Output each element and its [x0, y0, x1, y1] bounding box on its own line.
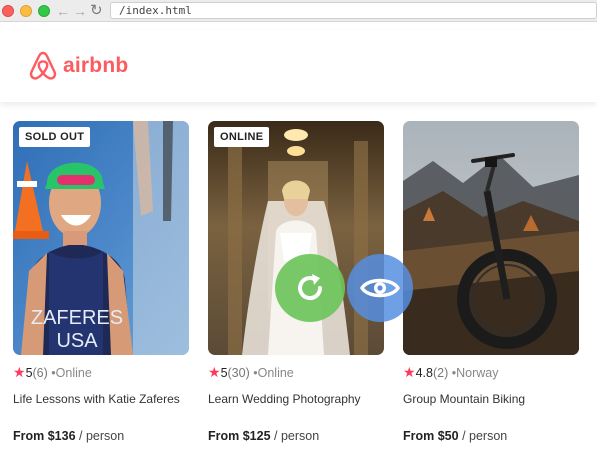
airbnb-belo-icon: [29, 51, 57, 80]
review-count: (2): [432, 366, 449, 380]
experience-title[interactable]: Learn Wedding Photography: [208, 392, 384, 422]
rating-row: ★5(6) •Online: [13, 364, 189, 380]
bib-text-name: ZAFERES: [31, 307, 123, 329]
experience-card[interactable]: ZAFERES USA SOLD OUT ★5(6) •Online Life …: [13, 121, 189, 443]
mountain-bike-photo: [403, 121, 579, 355]
price-amount: From $50: [403, 429, 459, 443]
experience-title[interactable]: Life Lessons with Katie Zaferes: [13, 392, 189, 422]
price-amount: From $125: [208, 429, 271, 443]
star-icon: ★: [13, 364, 26, 380]
price-line: From $50 / person: [403, 429, 507, 443]
refresh-button[interactable]: [275, 254, 345, 322]
bride-photo: [208, 121, 384, 355]
athlete-photo: ZAFERES USA: [13, 121, 189, 355]
location-label: •Online: [51, 366, 92, 380]
rating-value: 4.8: [415, 366, 433, 380]
rating-value: 5: [25, 366, 33, 380]
minimize-window-button[interactable]: [20, 5, 32, 17]
browser-toolbar: ← → ↻ /index.html: [0, 0, 597, 22]
price-line: From $136 / person: [13, 429, 124, 443]
price-amount: From $136: [13, 429, 76, 443]
location-label: •Online: [253, 366, 294, 380]
price-unit: / person: [79, 429, 125, 443]
review-count: (30): [227, 366, 250, 380]
price-unit: / person: [462, 429, 508, 443]
rating-row: ★4.8(2) •Norway: [403, 364, 579, 380]
site-header: airbnb: [0, 30, 597, 102]
close-window-button[interactable]: [2, 5, 14, 17]
bib-text-country: USA: [56, 330, 98, 352]
forward-arrow-icon[interactable]: →: [73, 2, 87, 20]
experience-photo-bike[interactable]: [403, 121, 579, 355]
experience-title[interactable]: Group Mountain Biking: [403, 392, 579, 422]
maximize-window-button[interactable]: [38, 5, 50, 17]
experience-photo-bride[interactable]: ONLINE: [208, 121, 384, 355]
rating-value: 5: [220, 366, 228, 380]
star-icon: ★: [403, 364, 416, 380]
reload-icon[interactable]: ↻: [90, 2, 103, 20]
location-label: •Norway: [451, 366, 499, 380]
view-button[interactable]: [347, 254, 413, 322]
star-icon: ★: [208, 364, 221, 380]
address-bar[interactable]: /index.html: [110, 2, 597, 19]
experience-card[interactable]: ★4.8(2) •Norway Group Mountain Biking Fr…: [403, 121, 579, 443]
status-badge: SOLD OUT: [19, 127, 91, 147]
eye-icon: [360, 278, 400, 298]
rating-row: ★5(30) •Online: [208, 364, 384, 380]
airbnb-logo[interactable]: airbnb: [28, 50, 128, 81]
review-count: (6): [32, 366, 48, 380]
status-badge: ONLINE: [214, 127, 270, 147]
experience-photo-athlete[interactable]: ZAFERES USA SOLD OUT: [13, 121, 189, 355]
refresh-icon: [298, 274, 323, 301]
price-line: From $125 / person: [208, 429, 319, 443]
brand-name: airbnb: [63, 53, 129, 77]
price-unit: / person: [274, 429, 320, 443]
back-arrow-icon[interactable]: ←: [56, 2, 70, 20]
